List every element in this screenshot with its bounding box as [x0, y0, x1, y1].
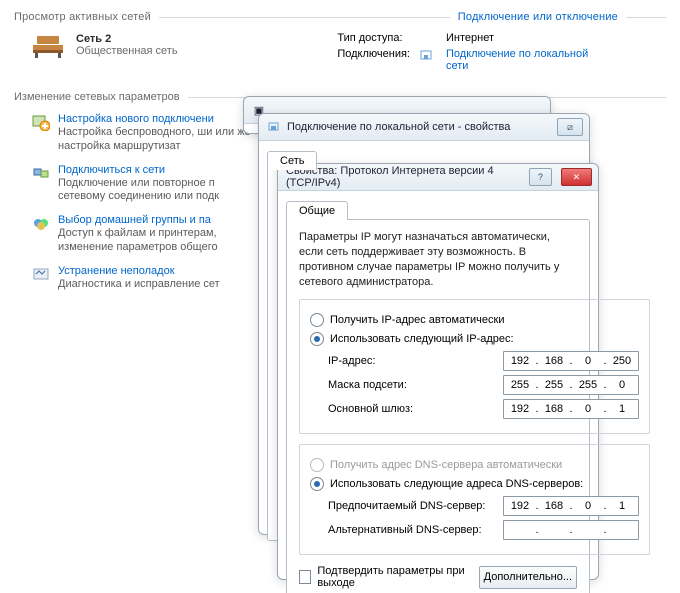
ip-address-label: IP-адрес:	[328, 355, 503, 367]
task-item: Настройка нового подключениНастройка бес…	[32, 113, 252, 154]
diagnose-icon	[32, 265, 50, 283]
radio-dns-manual[interactable]	[310, 477, 324, 491]
window-title: Подключение по локальной сети - свойства	[287, 121, 510, 133]
radio-ip-manual[interactable]	[310, 332, 324, 346]
ethernet-icon	[267, 120, 281, 134]
task-description: Подключение или повторное п сетевому сое…	[58, 177, 252, 205]
advanced-button[interactable]: Дополнительно...	[479, 566, 577, 589]
connections-label: Подключения:	[337, 47, 418, 73]
connect-icon	[32, 164, 50, 182]
change-settings-title: Изменение сетевых параметров	[14, 91, 180, 103]
task-description: Диагностика и исправление сет	[58, 278, 220, 292]
task-item: Выбор домашней группы и паДоступ к файла…	[32, 214, 252, 255]
ip-settings-group: Получить IP-адрес автоматически Использо…	[299, 299, 650, 434]
radio-dns-auto	[310, 458, 324, 472]
subnet-mask-label: Маска подсети:	[328, 379, 503, 391]
task-item: Устранение неполадокДиагностика и исправ…	[32, 265, 252, 292]
ethernet-icon	[420, 48, 436, 62]
ip-address-input[interactable]: 192. 168. 0. 250	[503, 351, 639, 371]
network-bench-icon	[32, 33, 66, 59]
access-type-label: Тип доступа:	[337, 31, 418, 45]
task-link[interactable]: Настройка нового подключени	[58, 113, 252, 125]
radio-dns-auto-label: Получить адрес DNS-сервера автоматически	[330, 459, 562, 471]
close-button[interactable]: ✕	[561, 168, 592, 186]
close-button[interactable]: ⧄	[557, 118, 583, 136]
task-description: Доступ к файлам и принтерам, изменение п…	[58, 227, 252, 255]
task-link[interactable]: Подключиться к сети	[58, 164, 252, 176]
active-networks-heading: Просмотр активных сетей Подключение или …	[14, 11, 666, 23]
active-networks-title: Просмотр активных сетей	[14, 11, 151, 23]
window-ipv4-properties: Свойства: Протокол Интернета версии 4 (T…	[277, 163, 599, 580]
dns1-input[interactable]: 192. 168. 0. 1	[503, 496, 639, 516]
dns2-label: Альтернативный DNS-сервер:	[328, 524, 503, 536]
validate-checkbox[interactable]	[299, 570, 311, 584]
gateway-label: Основной шлюз:	[328, 403, 503, 415]
dns2-input[interactable]: . . .	[503, 520, 639, 540]
task-description: Настройка беспроводного, ши или же настр…	[58, 126, 252, 154]
ipv4-note: Параметры IP могут назначаться автоматич…	[299, 230, 577, 289]
task-item: Подключиться к сетиПодключение или повто…	[32, 164, 252, 205]
dns1-label: Предпочитаемый DNS-сервер:	[328, 500, 503, 512]
task-link[interactable]: Устранение неполадок	[58, 265, 220, 277]
tab-general[interactable]: Общие	[286, 201, 348, 220]
subnet-mask-input[interactable]: 255. 255. 255. 0	[503, 375, 639, 395]
tab-network[interactable]: Сеть	[267, 151, 317, 170]
radio-dns-manual-label: Использовать следующие адреса DNS-сервер…	[330, 478, 583, 490]
homegroup-icon	[32, 214, 50, 232]
network-profile: Общественная сеть	[76, 45, 178, 57]
radio-ip-auto-label: Получить IP-адрес автоматически	[330, 314, 504, 326]
network-name: Сеть 2	[76, 33, 178, 45]
radio-ip-auto[interactable]	[310, 313, 324, 327]
gateway-input[interactable]: 192. 168. 0. 1	[503, 399, 639, 419]
dns-settings-group: Получить адрес DNS-сервера автоматически…	[299, 444, 650, 555]
plus-wizard-icon	[32, 113, 50, 131]
connect-disconnect-link[interactable]: Подключение или отключение	[458, 11, 618, 23]
task-link[interactable]: Выбор домашней группы и па	[58, 214, 252, 226]
radio-ip-manual-label: Использовать следующий IP-адрес:	[330, 333, 514, 345]
validate-label: Подтвердить параметры при выходе	[317, 565, 478, 589]
access-type-value: Интернет	[446, 31, 604, 45]
window-title: Свойства: Протокол Интернета версии 4 (T…	[286, 165, 514, 189]
connection-link[interactable]: Подключение по локальной сети	[446, 48, 596, 72]
help-button[interactable]: ?	[529, 168, 552, 186]
